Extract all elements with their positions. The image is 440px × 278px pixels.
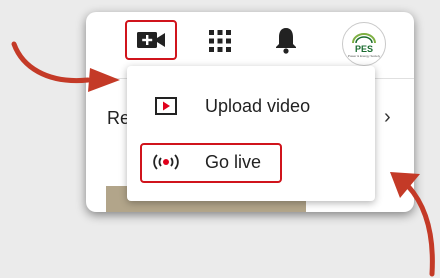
create-button[interactable] bbox=[125, 20, 177, 60]
avatar-tagline: Power & Energy Society bbox=[347, 53, 381, 58]
notifications-button[interactable] bbox=[268, 22, 304, 58]
pes-logo-icon bbox=[352, 32, 376, 43]
menu-item-label: Upload video bbox=[205, 95, 311, 116]
pointer-arrow-left bbox=[11, 41, 120, 92]
avatar[interactable]: PES Power & Energy Society bbox=[342, 22, 386, 66]
chevron-right-icon[interactable]: › bbox=[384, 106, 391, 129]
apps-grid-icon bbox=[209, 30, 231, 52]
bell-icon bbox=[276, 28, 296, 54]
video-camera-plus-icon bbox=[137, 32, 165, 48]
upload-video-icon bbox=[149, 92, 183, 120]
avatar-logo-text: PES bbox=[354, 43, 373, 54]
go-live-highlight-box bbox=[140, 143, 282, 183]
pointer-arrow-right bbox=[390, 172, 435, 277]
apps-button[interactable] bbox=[203, 24, 237, 58]
menu-item-upload-video[interactable]: Upload video bbox=[127, 86, 375, 126]
